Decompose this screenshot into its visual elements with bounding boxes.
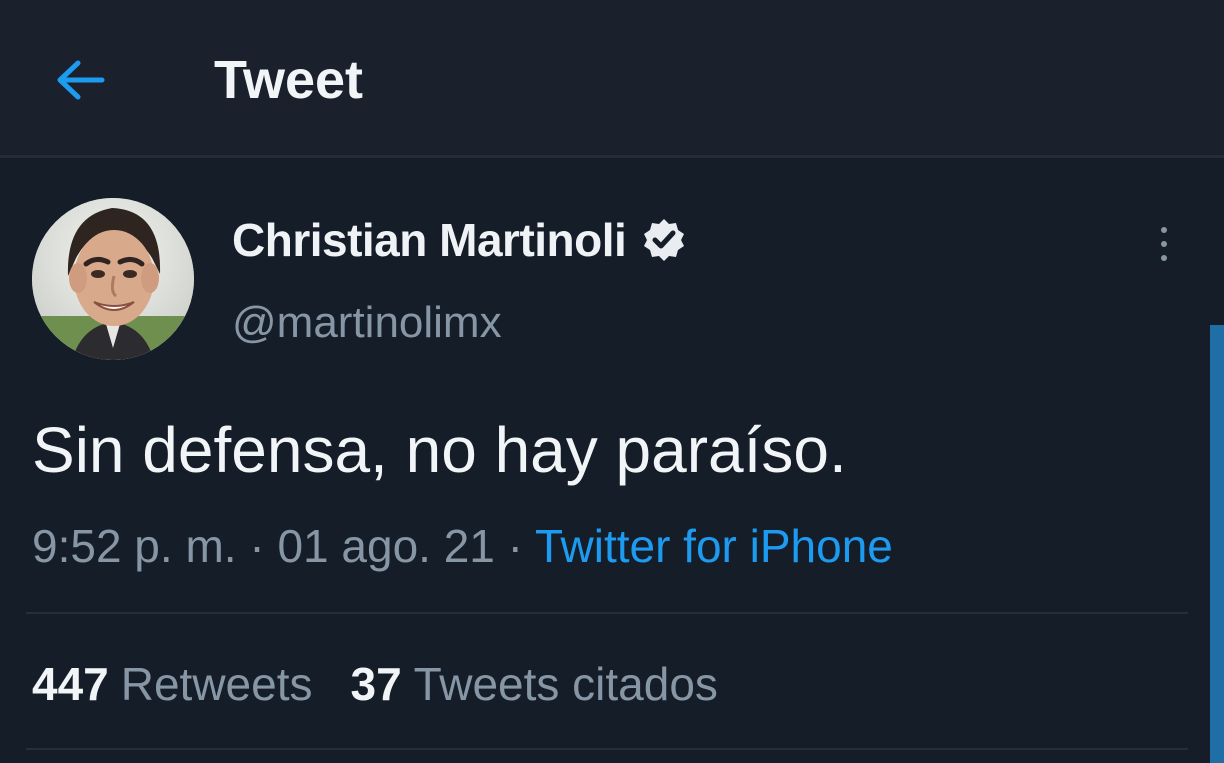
quote-tweets-stat[interactable]: 37 Tweets citados: [351, 654, 718, 714]
top-app-bar: Tweet: [0, 0, 1224, 158]
tweet-time[interactable]: 9:52 p. m.: [32, 520, 237, 572]
retweets-stat[interactable]: 447 Retweets: [32, 654, 313, 714]
quote-tweets-count: 37: [350, 658, 402, 710]
tweet-date[interactable]: 01 ago. 21: [277, 520, 494, 572]
more-options-button[interactable]: [1140, 214, 1188, 274]
more-vertical-icon: [1161, 227, 1167, 233]
retweets-count: 447: [32, 658, 109, 710]
tweet-text: Sin defensa, no hay paraíso.: [32, 414, 847, 486]
divider: [26, 748, 1188, 750]
page-title: Tweet: [214, 50, 364, 110]
tweet-source-link[interactable]: Twitter for iPhone: [535, 520, 893, 572]
verified-badge-icon: [640, 216, 688, 264]
more-vertical-icon-dot: [1161, 241, 1167, 247]
meta-separator: ·: [236, 520, 278, 572]
tweet-meta: 9:52 p. m. · 01 ago. 21 · Twitter for iP…: [32, 516, 893, 576]
back-button[interactable]: [40, 42, 120, 118]
author-name[interactable]: Christian Martinoli: [232, 212, 627, 268]
author-handle[interactable]: @martinolimx: [232, 296, 502, 350]
meta-separator: ·: [494, 520, 535, 572]
author-name-row[interactable]: Christian Martinoli: [232, 212, 688, 268]
more-vertical-icon-dot: [1161, 255, 1167, 261]
avatar[interactable]: [32, 198, 194, 360]
arrow-left-icon: [57, 60, 105, 100]
avatar-photo: [32, 198, 194, 360]
scrollbar[interactable]: [1210, 325, 1224, 763]
tweet-detail-screen: Tweet Christian Martinoli @martinolimx S…: [0, 0, 1224, 763]
quote-tweets-label: Tweets citados: [413, 658, 718, 710]
divider: [26, 612, 1188, 614]
tweet-stats: 447 Retweets 37 Tweets citados: [32, 654, 718, 714]
retweets-label: Retweets: [120, 658, 313, 710]
